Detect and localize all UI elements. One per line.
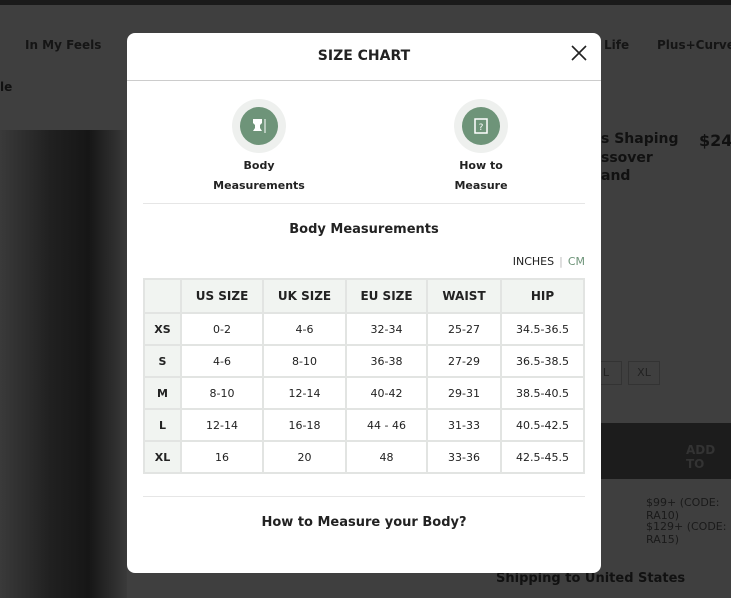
unit-toggle: INCHES | CM <box>513 255 585 268</box>
unit-inches[interactable]: INCHES <box>513 255 554 268</box>
divider <box>127 80 601 81</box>
table-cell: 42.5-45.5 <box>500 440 585 474</box>
table-cell: 44 - 46 <box>345 408 428 442</box>
size-label: S <box>143 344 182 378</box>
table-cell: 16-18 <box>262 408 347 442</box>
add-to-cart-button[interactable]: ADD TO <box>601 423 731 479</box>
body-measurements-icon <box>240 107 278 145</box>
table-cell: 20 <box>262 440 347 474</box>
table-cell: 40-42 <box>345 376 428 410</box>
nav-partial[interactable]: le <box>0 80 12 94</box>
column-header: WAIST <box>426 278 502 314</box>
option-label-2: Measurements <box>213 179 305 192</box>
product-photo <box>0 130 127 598</box>
promo-1: $99+ (CODE: RA10) <box>646 496 720 522</box>
table-cell: 36-38 <box>345 344 428 378</box>
nav-life[interactable]: Life <box>604 38 629 52</box>
option-label-2: Measure <box>454 179 508 192</box>
size-label: XS <box>143 312 182 346</box>
table-cell: 16 <box>180 440 264 474</box>
column-header: EU SIZE <box>345 278 428 314</box>
size-option-xl[interactable]: XL <box>628 361 660 385</box>
table-cell: 33-36 <box>426 440 502 474</box>
section-title: Body Measurements <box>289 222 439 237</box>
table-row: S 4-6 8-10 36-38 27-29 36.5-38.5 <box>143 344 585 378</box>
size-label: L <box>143 408 182 442</box>
product-title-1: s Shaping <box>601 131 679 147</box>
product-title-2: ssover <box>601 150 653 166</box>
unit-separator: | <box>559 255 563 268</box>
option-label-1: Body <box>243 159 275 172</box>
nav-plus-curve[interactable]: Plus+Curve <box>657 38 731 52</box>
column-header <box>143 278 182 314</box>
divider <box>143 496 585 497</box>
table-cell: 36.5-38.5 <box>500 344 585 378</box>
table-cell: 0-2 <box>180 312 264 346</box>
table-cell: 40.5-42.5 <box>500 408 585 442</box>
table-cell: 8-10 <box>262 344 347 378</box>
modal-title: SIZE CHART <box>317 48 411 64</box>
top-bar <box>0 0 731 5</box>
table-row: XL 16 20 48 33-36 42.5-45.5 <box>143 440 585 474</box>
how-to-measure-link[interactable]: How to Measure your Body? <box>127 515 601 530</box>
tab-body-measurements[interactable]: Body Measurements <box>199 99 319 196</box>
table-cell: 29-31 <box>426 376 502 410</box>
size-chart-modal: SIZE CHART Body Measurements ? How to Me… <box>127 33 601 573</box>
tab-how-to-measure[interactable]: ? How to Measure <box>421 99 541 196</box>
table-cell: 38.5-40.5 <box>500 376 585 410</box>
table-cell: 25-27 <box>426 312 502 346</box>
table-cell: 4-6 <box>180 344 264 378</box>
table-cell: 12-14 <box>180 408 264 442</box>
table-cell: 31-33 <box>426 408 502 442</box>
column-header: US SIZE <box>180 278 264 314</box>
promo-2: $129+ (CODE: RA15) <box>646 520 727 546</box>
table-cell: 4-6 <box>262 312 347 346</box>
table-cell: 8-10 <box>180 376 264 410</box>
how-to-measure-icon: ? <box>462 107 500 145</box>
table-cell: 12-14 <box>262 376 347 410</box>
unit-cm[interactable]: CM <box>568 255 585 268</box>
nav-in-my-feels[interactable]: In My Feels <box>25 38 101 52</box>
close-icon[interactable] <box>569 43 589 63</box>
table-row: XS 0-2 4-6 32-34 25-27 34.5-36.5 <box>143 312 585 346</box>
table-cell: 32-34 <box>345 312 428 346</box>
size-label: XL <box>143 440 182 474</box>
column-header: UK SIZE <box>262 278 347 314</box>
table-cell: 48 <box>345 440 428 474</box>
size-label: M <box>143 376 182 410</box>
product-price: $24 <box>699 131 731 150</box>
svg-text:?: ? <box>479 123 484 133</box>
option-label-1: How to <box>459 159 503 172</box>
table-row: L 12-14 16-18 44 - 46 31-33 40.5-42.5 <box>143 408 585 442</box>
table-cell: 27-29 <box>426 344 502 378</box>
shipping-label: Shipping to United States <box>496 571 686 586</box>
divider <box>143 203 585 204</box>
product-title-3: and <box>601 168 631 184</box>
table-row: M 8-10 12-14 40-42 29-31 38.5-40.5 <box>143 376 585 410</box>
table-cell: 34.5-36.5 <box>500 312 585 346</box>
column-header: HIP <box>500 278 585 314</box>
size-table: US SIZE UK SIZE EU SIZE WAIST HIP XS 0-2 4-6 32… <box>143 278 585 474</box>
